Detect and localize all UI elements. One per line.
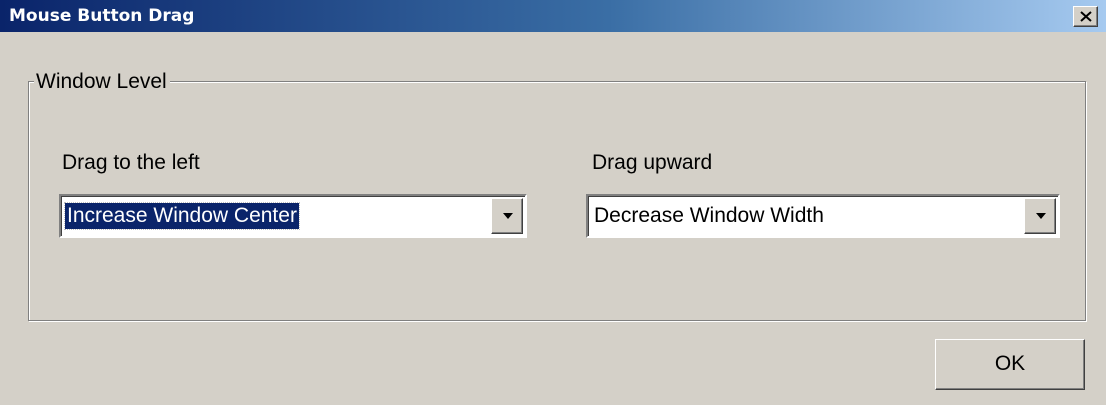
close-icon — [1080, 11, 1092, 22]
group-legend: Window Level — [34, 70, 170, 94]
drag-upward-value: Decrease Window Width — [594, 204, 824, 227]
drag-left-select[interactable]: Increase Window Center — [59, 194, 527, 238]
title-bar[interactable]: Mouse Button Drag — [0, 0, 1106, 32]
drag-upward-label: Drag upward — [592, 151, 713, 174]
window-title: Mouse Button Drag — [9, 6, 195, 26]
ok-button[interactable]: OK — [935, 339, 1085, 390]
drag-left-label: Drag to the left — [62, 151, 200, 174]
chevron-down-icon — [1036, 213, 1046, 219]
dialog-window: Mouse Button Drag Window Level Drag to t… — [0, 0, 1106, 405]
drag-upward-select[interactable]: Decrease Window Width — [586, 194, 1060, 238]
drag-upward-dropdown-button[interactable] — [1024, 198, 1056, 234]
drag-left-value: Increase Window Center — [64, 202, 300, 230]
close-button[interactable] — [1073, 6, 1098, 27]
chevron-down-icon — [503, 213, 513, 219]
drag-left-dropdown-button[interactable] — [491, 198, 523, 234]
